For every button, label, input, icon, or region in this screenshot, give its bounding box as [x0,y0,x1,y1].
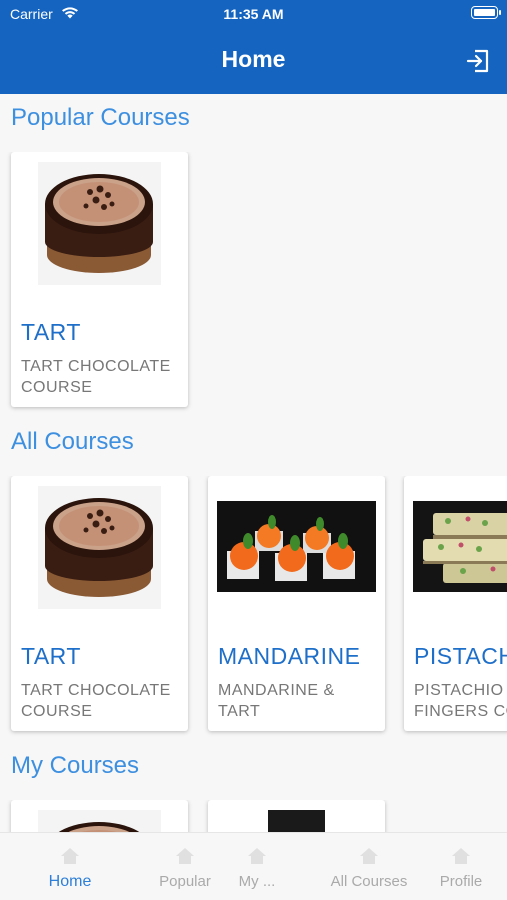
nav-label: My ... [238,873,276,890]
course-card-mandarine[interactable]: MANDARINE MANDARINE & TART [208,476,385,731]
status-bar: Carrier 11:35 AM [0,0,507,28]
course-title: PISTACHIO [414,643,507,669]
course-subtitle: MANDARINE & TART [218,682,335,720]
nav-item-all-courses[interactable]: All Courses [319,833,419,900]
course-card-tart[interactable]: TART TART CHOCOLATE COURSE [11,152,188,407]
status-time: 11:35 AM [223,6,284,22]
my-course-card[interactable] [11,800,188,832]
course-image [38,810,161,832]
nav-item-popular[interactable]: Popular [140,833,230,900]
popular-icon [174,846,196,866]
my-courses-icon [246,846,268,866]
course-image [268,810,325,832]
battery-icon [471,6,501,19]
course-image [413,501,507,592]
all-courses-heading: All Courses [11,428,134,455]
course-image [217,501,376,592]
nav-label: Popular [159,873,211,890]
popular-courses-heading: Popular Courses [11,104,190,131]
course-card-tart[interactable]: TART TART CHOCOLATE COURSE [11,476,188,731]
nav-item-home[interactable]: Home [20,833,120,900]
nav-label: Profile [439,873,483,890]
course-title: TART [21,643,81,669]
my-courses-heading: My Courses [11,752,140,779]
course-subtitle: TART CHOCOLATE COURSE [21,682,171,720]
profile-icon [450,846,472,866]
logout-icon[interactable] [465,48,491,74]
popular-courses-row[interactable]: TART TART CHOCOLATE COURSE [0,152,507,427]
nav-label: Home [48,873,92,890]
course-image [38,486,161,609]
page-title: Home [221,46,286,72]
bottom-nav: Home Popular My ... All Courses Profile [0,832,507,900]
app-bar: Home [0,28,507,94]
my-course-card[interactable] [208,800,385,832]
home-icon [59,846,81,866]
course-card-pistachio[interactable]: PISTACHIO PISTACHIO FINGERS COURSE [404,476,507,731]
course-subtitle: PISTACHIO FINGERS COURSE [414,682,507,720]
all-courses-row[interactable]: TART TART CHOCOLATE COURSE MANDARINE MAN… [0,476,507,751]
nav-label: All Courses [330,873,408,890]
course-title: TART [21,319,81,345]
nav-item-profile[interactable]: Profile [425,833,497,900]
course-title: MANDARINE [218,643,361,669]
nav-item-my-courses[interactable]: My ... [227,833,287,900]
course-subtitle: TART CHOCOLATE COURSE [21,358,171,396]
course-image [38,162,161,285]
my-courses-row[interactable] [0,800,507,832]
all-courses-icon [358,846,380,866]
